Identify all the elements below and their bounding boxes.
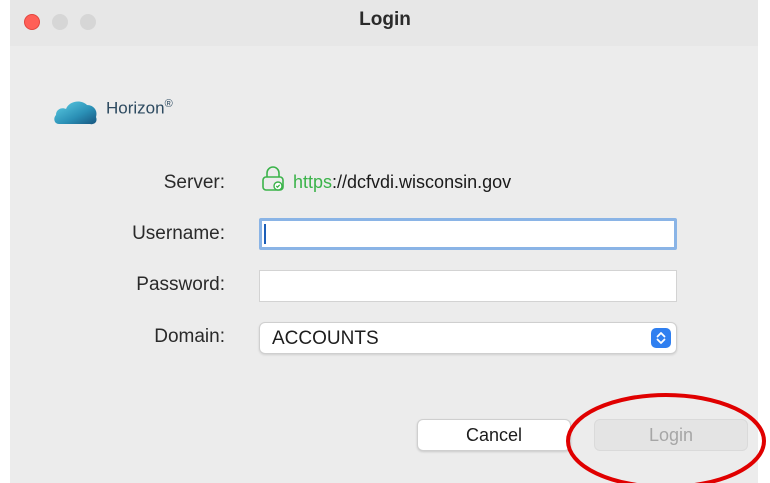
server-label: Server: bbox=[163, 172, 225, 193]
window-title: Login bbox=[359, 9, 411, 30]
horizon-logo bbox=[54, 101, 97, 125]
domain-selected-value: ACCOUNTS bbox=[272, 328, 379, 349]
text-caret bbox=[264, 224, 266, 244]
lock-icon bbox=[262, 166, 284, 191]
chevron-updown-icon bbox=[651, 328, 671, 348]
cancel-button[interactable]: Cancel bbox=[417, 419, 571, 451]
domain-label: Domain: bbox=[154, 326, 225, 347]
password-label: Password: bbox=[136, 274, 225, 295]
server-url: https://dcfvdi.wisconsin.gov bbox=[293, 172, 512, 192]
brand-name: Horizon® bbox=[106, 98, 173, 118]
username-label: Username: bbox=[132, 223, 225, 244]
domain-select[interactable]: ACCOUNTS bbox=[259, 322, 677, 354]
titlebar: Login bbox=[10, 0, 758, 46]
login-window: Login Horizon® Server: https://dcfvdi.wi… bbox=[10, 0, 758, 483]
username-input[interactable] bbox=[259, 218, 677, 250]
login-button[interactable]: Login bbox=[594, 419, 748, 451]
password-input[interactable] bbox=[259, 270, 677, 302]
